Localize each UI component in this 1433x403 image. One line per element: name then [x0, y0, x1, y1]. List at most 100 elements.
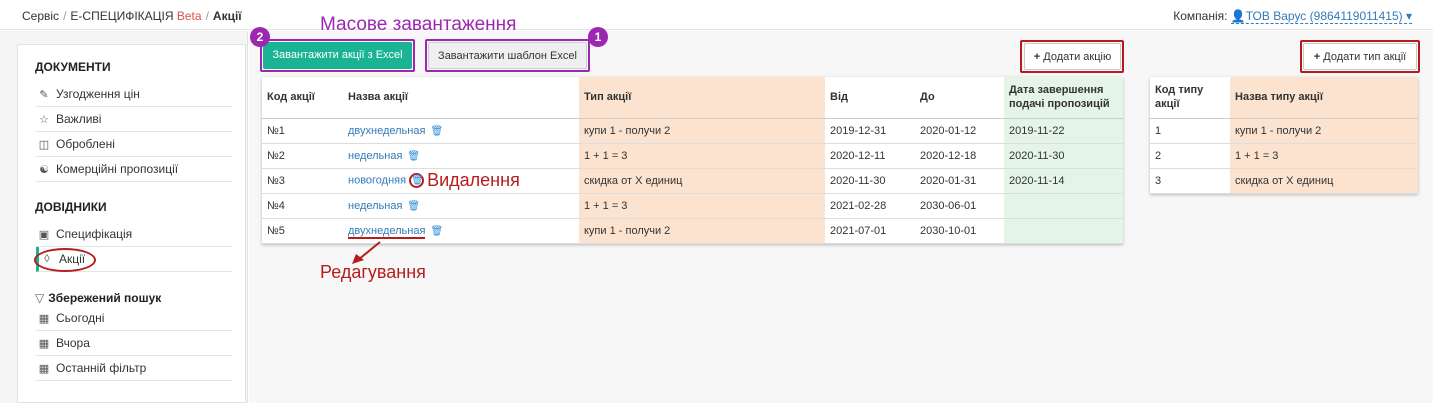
col-header-from[interactable]: Від: [825, 77, 915, 119]
company-value[interactable]: 👤ТОВ Варус (9864119011415) ▾: [1230, 9, 1412, 24]
annotation-badge-1: 1: [588, 27, 608, 47]
cell-deadline: [1004, 193, 1123, 219]
sidebar-panel: ДОКУМЕНТИ ✎ Узгодження цін ☆ Важливі ◫ Обро…: [17, 44, 246, 403]
saved-search-yesterday[interactable]: ▦ Вчора: [36, 331, 232, 356]
sidebar-item-label: Специфікація: [56, 227, 133, 241]
file-icon: ▦: [38, 312, 50, 325]
annotation-badge-2: 2: [250, 27, 270, 47]
inbox-icon: ◫: [38, 138, 50, 151]
company-label: Компанія:: [1173, 9, 1228, 23]
cell-code: №4: [262, 193, 343, 219]
col-header-to[interactable]: До: [915, 77, 1004, 119]
breadcrumb-separator: /: [205, 9, 209, 23]
cell-from: 2021-02-28: [825, 193, 915, 219]
sidebar-item-price-approval[interactable]: ✎ Узгодження цін: [36, 82, 232, 107]
cell-code: №5: [262, 218, 343, 244]
breadcrumb-e-specification[interactable]: Е-СПЕЦИФІКАЦІЯ: [70, 9, 173, 23]
cell-from: 2019-12-31: [825, 118, 915, 144]
trash-icon[interactable]: 🗑: [430, 126, 443, 137]
table-row: 2 1 + 1 = 3: [1150, 143, 1418, 169]
breadcrumb-service[interactable]: Сервіс: [22, 9, 59, 23]
saved-search-today[interactable]: ▦ Сьогодні: [36, 306, 232, 331]
beta-badge: Beta: [176, 9, 202, 23]
upload-highlight-box: [260, 39, 415, 72]
cell-name: недельная 🗑: [343, 193, 579, 219]
cell-code: №3: [262, 168, 343, 194]
bulk-upload-annotation: Масове завантаження: [320, 14, 517, 35]
breadcrumb-current: Акції: [212, 9, 242, 23]
col-header-name[interactable]: Назва акції: [343, 77, 579, 119]
trash-icon[interactable]: 🗑: [409, 173, 425, 188]
cell-to: 2030-10-01: [915, 218, 1004, 244]
cell-name: двухнедельная 🗑: [343, 118, 579, 144]
cell-code: №1: [262, 118, 343, 144]
sidebar-item-label: Важливі: [56, 112, 102, 126]
table-row: №2 недельная 🗑 1 + 1 = 3 2020-12-11 2020-…: [262, 143, 1123, 169]
col-header-deadline[interactable]: Дата завершення подачі пропозицій: [1004, 77, 1123, 119]
cell-deadline: 2019-11-22: [1004, 118, 1123, 144]
cell-code: №2: [262, 143, 343, 169]
cell-name: новогодняя 🗑 Видалення: [343, 168, 579, 194]
cell-type: 1 + 1 = 3: [579, 143, 825, 169]
delete-annotation: Видалення: [427, 170, 520, 190]
col-header-type[interactable]: Тип акції: [579, 77, 825, 119]
sidebar-item-specification[interactable]: ▣ Специфікація: [36, 222, 232, 247]
filter-icon: ▽: [35, 291, 45, 305]
file-icon: ▦: [38, 362, 50, 375]
cell-to: 2020-12-18: [915, 143, 1004, 169]
breadcrumb: Сервіс / Е-СПЕЦИФІКАЦІЯ Beta / Акції: [22, 9, 242, 23]
directories-section-title: ДОВІДНИКИ: [35, 200, 107, 214]
col-header-type-code[interactable]: Код типу акції: [1150, 77, 1230, 119]
table-row: 3 скидка от X единиц: [1150, 168, 1418, 194]
add-promotion-highlight: [1020, 40, 1124, 73]
col-header-code[interactable]: Код акції: [262, 77, 343, 119]
sidebar-item-processed[interactable]: ◫ Оброблені: [36, 132, 232, 157]
star-icon: ☆: [39, 113, 49, 126]
sidebar-item-label: Узгодження цін: [56, 87, 140, 101]
saved-search-section-title: ▽ Збережений пошук: [35, 291, 161, 305]
promo-name-link[interactable]: недельная: [348, 200, 402, 212]
company-selector[interactable]: Компанія: 👤ТОВ Варус (9864119011415) ▾: [1173, 9, 1412, 24]
promo-name-link[interactable]: двухнедельная: [348, 125, 425, 137]
documents-section-title: ДОКУМЕНТИ: [35, 60, 111, 74]
sidebar-item-label: Вчора: [56, 336, 90, 350]
cell-to: 2030-06-01: [915, 193, 1004, 219]
sidebar-item-commercial-offers[interactable]: ☯ Комерційні пропозиції: [36, 157, 232, 182]
sidebar-item-important[interactable]: ☆ Важливі: [36, 107, 232, 132]
file-icon: ▦: [38, 337, 50, 350]
sidebar-item-label: Оброблені: [56, 137, 115, 151]
promotion-types-table: Код типу акції Назва типу акції 1 купи 1…: [1150, 77, 1418, 194]
promo-name-link[interactable]: недельная: [348, 150, 402, 162]
col-header-type-name[interactable]: Назва типу акції: [1230, 77, 1418, 119]
template-highlight-box: [425, 39, 590, 72]
handshake-icon: ☯: [39, 163, 49, 176]
cell-from: 2021-07-01: [825, 218, 915, 244]
cell-type-code: 3: [1150, 168, 1230, 194]
sidebar-item-label: Комерційні пропозиції: [56, 162, 179, 176]
cell-deadline: [1004, 218, 1123, 244]
trash-icon[interactable]: 🗑: [407, 201, 420, 212]
table-row: №3 новогодняя 🗑 Видалення скидка от X един…: [262, 168, 1123, 194]
user-icon: 👤: [1230, 9, 1246, 23]
cell-from: 2020-12-11: [825, 143, 915, 169]
cell-type-code: 1: [1150, 118, 1230, 144]
trash-icon[interactable]: 🗑: [407, 151, 420, 162]
cell-type-name: скидка от X единиц: [1230, 168, 1418, 194]
top-bar: Сервіс / Е-СПЕЦИФІКАЦІЯ Beta / Акції Компані…: [0, 0, 1433, 30]
saved-search-title-text: Збережений пошук: [48, 291, 162, 305]
cell-deadline: 2020-11-30: [1004, 143, 1123, 169]
cell-type-name: 1 + 1 = 3: [1230, 143, 1418, 169]
cell-to: 2020-01-12: [915, 118, 1004, 144]
cell-type-code: 2: [1150, 143, 1230, 169]
table-row: №5 двухнедельная 🗑 купи 1 - получи 2 2021…: [262, 218, 1123, 244]
table-row: №4 недельная 🗑 1 + 1 = 3 2021-02-28 2030-…: [262, 193, 1123, 219]
promo-name-link[interactable]: новогодняя: [348, 174, 406, 186]
cell-type-name: купи 1 - получи 2: [1230, 118, 1418, 144]
caret-down-icon: ▾: [1405, 9, 1412, 23]
table-header-row: Код типу акції Назва типу акції: [1150, 77, 1418, 119]
breadcrumb-separator: /: [63, 9, 67, 23]
table-row: 1 купи 1 - получи 2: [1150, 118, 1418, 144]
saved-search-last-filter[interactable]: ▦ Останній фільтр: [36, 356, 232, 381]
trash-icon[interactable]: 🗑: [430, 226, 443, 237]
promo-name-link[interactable]: двухнедельная: [348, 224, 426, 239]
